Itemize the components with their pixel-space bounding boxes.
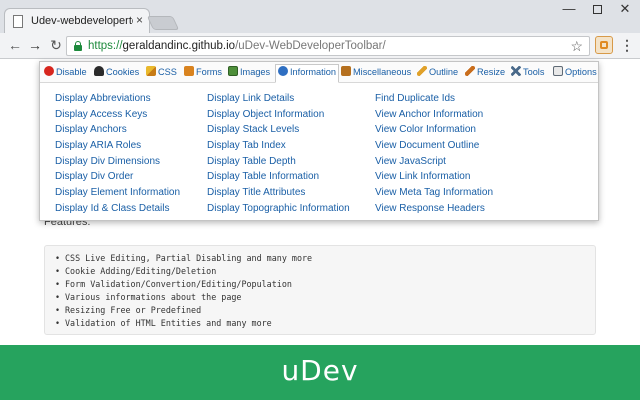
udev-extension-button[interactable] <box>595 36 613 54</box>
menu-item-display-div-order[interactable]: Display Div Order <box>55 169 180 185</box>
menu-item-display-id-class-details[interactable]: Display Id & Class Details <box>55 201 180 217</box>
url-host: geraldandinc.github.io <box>122 40 236 52</box>
tab-outline[interactable]: Outline <box>417 65 458 81</box>
forms-icon <box>184 66 194 76</box>
miscellaneous-icon <box>341 66 351 76</box>
information-column-3: Find Duplicate Ids View Anchor Informati… <box>375 91 493 217</box>
outline-icon <box>417 66 427 76</box>
information-icon <box>278 66 288 76</box>
images-icon <box>228 66 238 76</box>
tab-forms[interactable]: Forms <box>184 65 222 81</box>
menu-item-view-response-headers[interactable]: View Response Headers <box>375 201 493 217</box>
url-scheme: https:// <box>88 40 123 52</box>
information-column-1: Display Abbreviations Display Access Key… <box>55 91 180 217</box>
menu-item-display-aria-roles[interactable]: Display ARIA Roles <box>55 138 180 154</box>
resize-icon <box>465 66 475 76</box>
back-button[interactable]: ← <box>7 37 23 53</box>
tab-tools[interactable]: Tools <box>511 65 544 81</box>
tools-icon <box>511 66 521 76</box>
browser-menu-button[interactable]: ⋮ <box>620 37 634 55</box>
feature-line: • Various informations about the page <box>55 292 242 302</box>
menu-item-display-access-keys[interactable]: Display Access Keys <box>55 107 180 123</box>
minimize-button[interactable]: — <box>554 0 584 20</box>
css-icon <box>146 66 156 76</box>
tab-miscellaneous[interactable]: Miscellaneous <box>341 65 411 81</box>
address-bar[interactable]: https://geraldandinc.github.io/uDev-WebD… <box>66 36 590 56</box>
browser-toolbar: ← → ↻ https://geraldandinc.github.io/uDe… <box>0 33 640 59</box>
menu-item-display-title-attributes[interactable]: Display Title Attributes <box>207 185 350 201</box>
lock-icon <box>74 41 82 51</box>
udev-extension-icon <box>600 41 608 49</box>
disable-icon <box>44 66 54 76</box>
menu-item-display-element-information[interactable]: Display Element Information <box>55 185 180 201</box>
popup-tab-bar: Disable Cookies CSS Forms Images Informa… <box>40 62 598 83</box>
feature-line: • Resizing Free or Predefined <box>55 305 202 315</box>
udev-toolbar-popup: Disable Cookies CSS Forms Images Informa… <box>39 61 599 221</box>
reload-button[interactable]: ↻ <box>48 37 64 53</box>
tab-css[interactable]: CSS <box>146 65 177 81</box>
menu-item-view-document-outline[interactable]: View Document Outline <box>375 138 493 154</box>
feature-line: • Validation of HTML Entities and many mo… <box>55 318 272 328</box>
menu-item-display-div-dimensions[interactable]: Display Div Dimensions <box>55 154 180 170</box>
cookies-icon <box>94 66 104 76</box>
menu-item-view-javascript[interactable]: View JavaScript <box>375 154 493 170</box>
maximize-button[interactable] <box>582 0 612 20</box>
information-column-2: Display Link Details Display Object Info… <box>207 91 350 217</box>
menu-item-view-link-information[interactable]: View Link Information <box>375 169 493 185</box>
menu-item-display-table-depth[interactable]: Display Table Depth <box>207 154 350 170</box>
forward-button[interactable]: → <box>27 37 43 53</box>
options-icon <box>553 66 563 76</box>
menu-item-display-stack-levels[interactable]: Display Stack Levels <box>207 122 350 138</box>
tab-cookies[interactable]: Cookies <box>94 65 139 81</box>
menu-item-display-tab-index[interactable]: Display Tab Index <box>207 138 350 154</box>
url-text[interactable]: https://geraldandinc.github.io/uDev-WebD… <box>88 40 386 52</box>
close-window-button[interactable]: ✕ <box>610 0 640 20</box>
menu-item-display-anchors[interactable]: Display Anchors <box>55 122 180 138</box>
bookmark-star-icon[interactable]: ☆ <box>570 38 583 55</box>
menu-item-find-duplicate-ids[interactable]: Find Duplicate Ids <box>375 91 493 107</box>
tab-close-icon[interactable]: × <box>136 13 143 27</box>
brand-banner: uDev <box>0 345 640 400</box>
menu-item-view-anchor-information[interactable]: View Anchor Information <box>375 107 493 123</box>
tab-title: Udev-webdevelopertoolb <box>31 15 133 27</box>
menu-item-display-abbreviations[interactable]: Display Abbreviations <box>55 91 180 107</box>
menu-item-view-meta-tag-information[interactable]: View Meta Tag Information <box>375 185 493 201</box>
menu-item-display-object-information[interactable]: Display Object Information <box>207 107 350 123</box>
menu-item-display-link-details[interactable]: Display Link Details <box>207 91 350 107</box>
menu-item-view-color-information[interactable]: View Color Information <box>375 122 493 138</box>
menu-item-display-topographic-information[interactable]: Display Topographic Information <box>207 201 350 217</box>
browser-tab[interactable]: Udev-webdevelopertoolb × <box>4 8 150 34</box>
tab-images[interactable]: Images <box>228 65 270 81</box>
tab-resize[interactable]: Resize <box>465 65 505 81</box>
menu-item-display-table-information[interactable]: Display Table Information <box>207 169 350 185</box>
tab-disable[interactable]: Disable <box>44 65 87 81</box>
feature-line: • Cookie Adding/Editing/Deletion <box>55 266 217 276</box>
new-tab-button[interactable] <box>146 16 180 30</box>
document-icon <box>13 15 23 28</box>
feature-line: • Form Validation/Convertion/Editing/Popu… <box>55 279 292 289</box>
title-bar: Udev-webdevelopertoolb × — ✕ <box>0 0 640 34</box>
tab-information[interactable]: Information <box>275 64 339 83</box>
browser-window: Udev-webdevelopertoolb × — ✕ ← → ↻ https… <box>0 0 640 400</box>
maximize-icon <box>592 5 602 14</box>
tab-options[interactable]: Options <box>553 65 597 81</box>
url-path: /uDev-WebDeveloperToolbar/ <box>235 40 386 52</box>
brand-title: uDev <box>281 354 359 387</box>
feature-line: • CSS Live Editing, Partial Disabling and… <box>55 253 313 263</box>
features-code-block: • CSS Live Editing, Partial Disabling and… <box>44 245 596 335</box>
